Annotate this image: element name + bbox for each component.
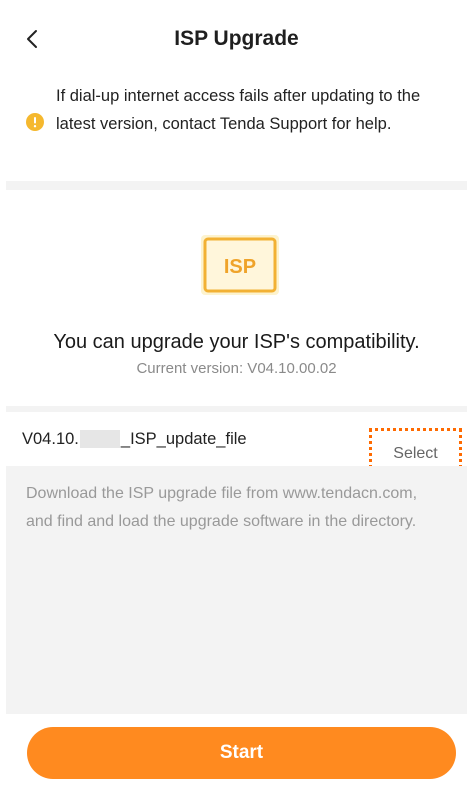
warning-icon [26,113,44,131]
notice-banner: If dial-up internet access fails after u… [6,68,467,181]
isp-badge-label: ISP [224,256,256,278]
redacted-version-block [79,430,120,448]
header-bar: ISP Upgrade [6,10,467,68]
file-name-suffix: _ISP_update_file [120,429,247,448]
footer-bar: Start [6,714,467,785]
help-section: Download the ISP upgrade file from www.t… [6,466,467,714]
section-divider [6,181,467,190]
help-text: Download the ISP upgrade file from www.t… [26,485,418,530]
notice-text: If dial-up internet access fails after u… [56,87,421,133]
select-button-label: Select [393,445,438,462]
upgrade-headline: You can upgrade your ISP's compatibility… [53,331,420,353]
page-title: ISP Upgrade [174,27,299,50]
current-version-text: Current version: V04.10.00.02 [136,360,337,377]
file-name: V04.10. _ISP_update_file [22,428,247,450]
upgrade-file-row: V04.10. _ISP_update_file Select [6,412,467,476]
isp-badge-icon: ISP [201,235,279,295]
start-button[interactable]: Start [27,727,456,779]
isp-upgrade-screen: ISP Upgrade If dial-up internet access f… [6,10,467,785]
file-name-prefix: V04.10. [22,429,79,448]
info-card: ISP You can upgrade your ISP's compatibi… [6,190,467,406]
